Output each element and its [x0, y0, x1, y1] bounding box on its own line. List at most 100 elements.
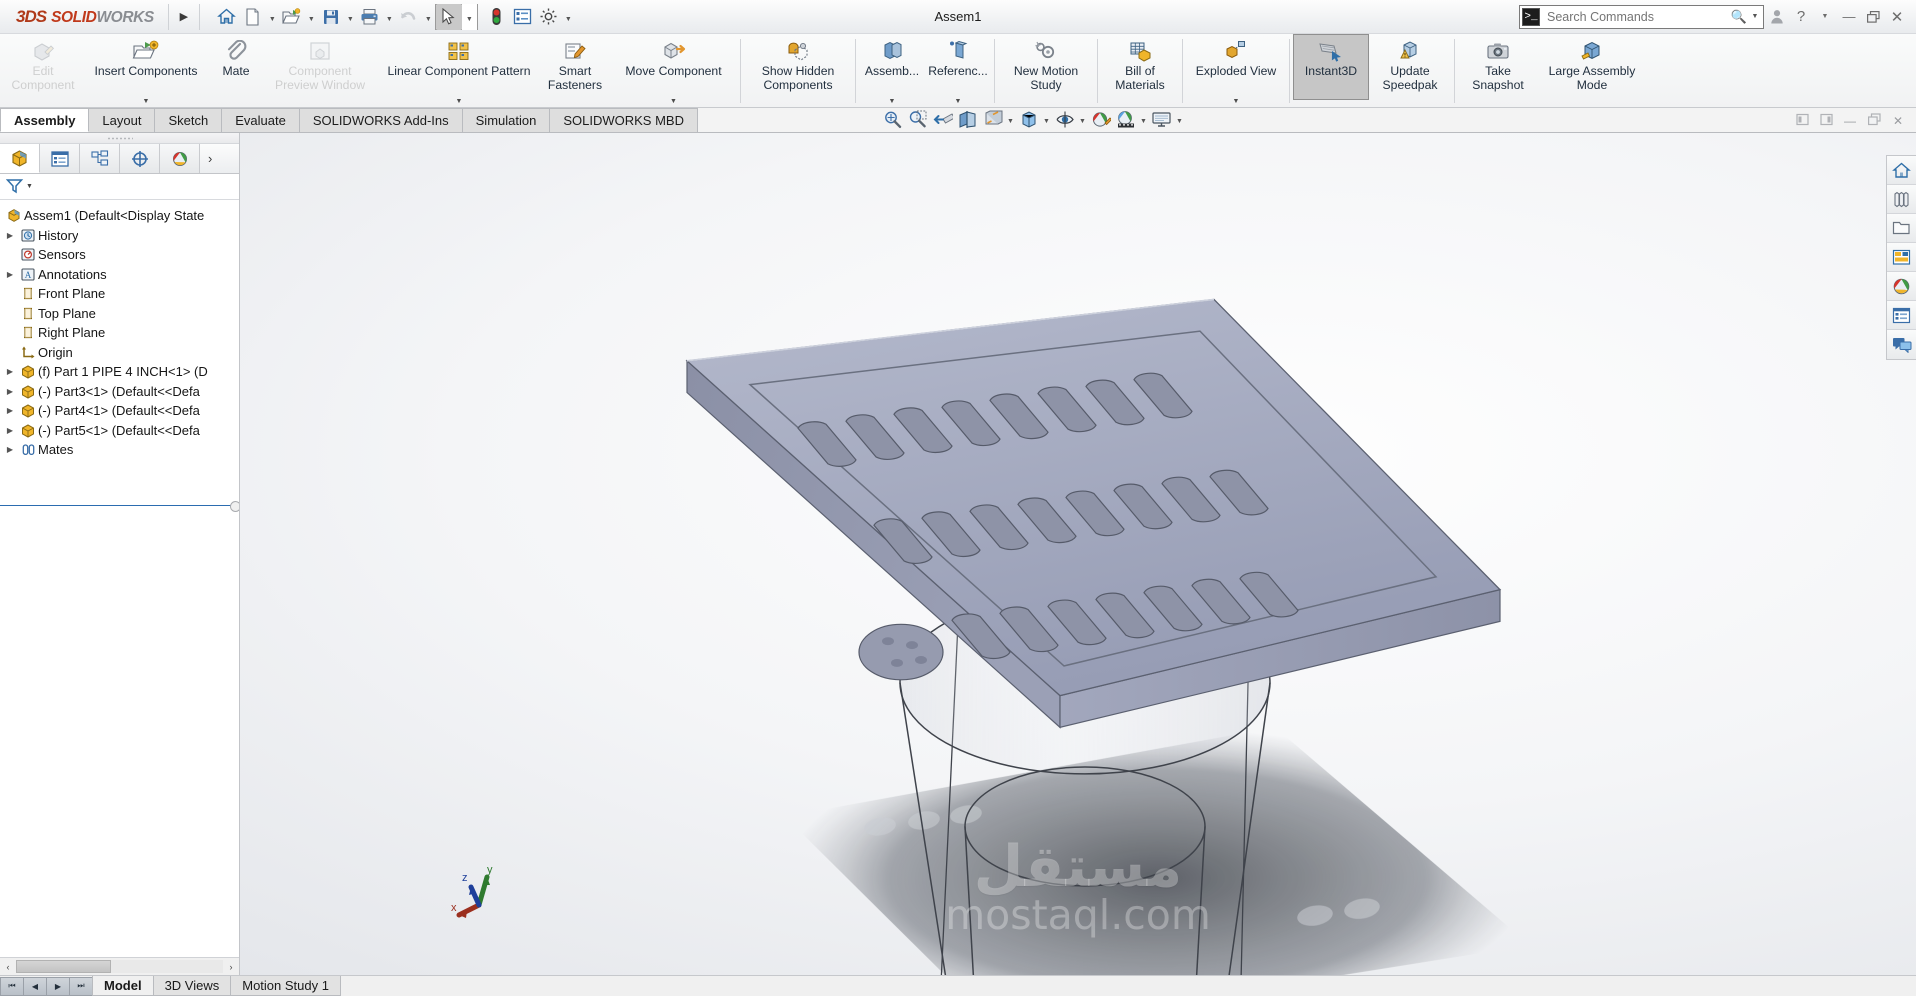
hide-show-items-caret-icon[interactable]: ▼	[1077, 108, 1088, 131]
reference-geometry-button[interactable]: Referenc... ▼	[925, 34, 991, 107]
tree-node-part1-pipe[interactable]: ▶ (f) Part 1 PIPE 4 INCH<1> (D	[0, 362, 239, 382]
open-folder-icon[interactable]	[279, 4, 305, 30]
minimize-window-icon[interactable]: —	[1838, 4, 1860, 30]
move-component-dropdown-caret-icon[interactable]: ▼	[611, 98, 736, 105]
nav-last-icon[interactable]: ⏭	[69, 976, 93, 996]
select-dropdown-caret-icon[interactable]: ▼	[461, 3, 477, 30]
filter-dropdown-caret-icon[interactable]: ▼	[26, 183, 33, 190]
edit-appearance-icon[interactable]	[1088, 108, 1113, 131]
expand-arrow-icon[interactable]: ▶	[2, 270, 18, 279]
insert-components-button[interactable]: Insert Components ▼	[82, 34, 210, 107]
assembly-features-dropdown-caret-icon[interactable]: ▼	[860, 98, 924, 105]
print-dropdown-caret-icon[interactable]: ▼	[383, 4, 396, 30]
bottom-tab-motion-study[interactable]: Motion Study 1	[230, 976, 341, 996]
solidworks-logo[interactable]: 3DS SOLIDWORKS	[0, 7, 164, 27]
view-settings-caret-icon[interactable]: ▼	[1174, 108, 1185, 131]
sw-resources-home-icon[interactable]	[1887, 156, 1916, 185]
tree-node-part4[interactable]: ▶ (-) Part4<1> (Default<<Defa	[0, 401, 239, 421]
restore-window-icon[interactable]	[1862, 4, 1884, 30]
settings-dropdown-caret-icon[interactable]: ▼	[562, 4, 575, 30]
insert-components-dropdown-caret-icon[interactable]: ▼	[83, 98, 209, 105]
options-list-icon[interactable]	[510, 4, 536, 30]
maximize-doc-icon[interactable]	[1864, 113, 1884, 129]
save-icon[interactable]	[318, 4, 344, 30]
tab-simulation[interactable]: Simulation	[461, 108, 551, 132]
restore-left-icon[interactable]	[1792, 113, 1812, 129]
view-orientation-caret-icon[interactable]: ▼	[1005, 108, 1016, 131]
update-speedpak-button[interactable]: Update Speedpak	[1369, 34, 1451, 107]
view-orientation-icon[interactable]	[980, 108, 1005, 131]
show-hidden-components-button[interactable]: Show Hidden Components	[744, 34, 852, 107]
linear-component-pattern-button[interactable]: Linear Component Pattern ▼	[378, 34, 540, 107]
tree-node-annotations[interactable]: ▶ A Annotations	[0, 265, 239, 285]
open-dropdown-caret-icon[interactable]: ▼	[305, 4, 318, 30]
help-icon[interactable]: ?	[1790, 4, 1812, 30]
expand-arrow-icon[interactable]: ▶	[2, 445, 18, 454]
expand-arrow-icon[interactable]: ▶	[2, 387, 18, 396]
bottom-tab-3d-views[interactable]: 3D Views	[152, 976, 232, 996]
restore-right-icon[interactable]	[1816, 113, 1836, 129]
previous-view-icon[interactable]	[930, 108, 955, 131]
tree-node-right-plane[interactable]: Right Plane	[0, 323, 239, 343]
feature-manager-tabs-more-button[interactable]: ›	[200, 144, 239, 173]
minimize-doc-icon[interactable]: —	[1840, 114, 1860, 128]
undo-icon[interactable]	[396, 4, 422, 30]
tree-node-origin[interactable]: Origin	[0, 343, 239, 363]
tree-node-top-plane[interactable]: Top Plane	[0, 304, 239, 324]
nav-prev-icon[interactable]: ◀	[23, 976, 47, 996]
configuration-manager-tab[interactable]	[80, 144, 120, 173]
undo-dropdown-caret-icon[interactable]: ▼	[422, 4, 435, 30]
save-dropdown-caret-icon[interactable]: ▼	[344, 4, 357, 30]
bottom-tab-model[interactable]: Model	[92, 976, 154, 996]
close-window-icon[interactable]: ✕	[1886, 4, 1908, 30]
large-assembly-mode-button[interactable]: Large Assembly Mode	[1538, 34, 1646, 107]
tree-node-part5[interactable]: ▶ (-) Part5<1> (Default<<Defa	[0, 421, 239, 441]
rebuild-icon[interactable]	[484, 4, 510, 30]
assembly-features-button[interactable]: Assemb... ▼	[859, 34, 925, 107]
tab-solidworks-mbd[interactable]: SOLIDWORKS MBD	[549, 108, 698, 132]
home-icon[interactable]	[214, 4, 240, 30]
tab-evaluate[interactable]: Evaluate	[221, 108, 300, 132]
instant3d-button[interactable]: Instant3D	[1293, 34, 1369, 100]
search-icon[interactable]: 🔍	[1729, 9, 1749, 25]
menu-expand-arrow-icon[interactable]: ▶	[173, 10, 195, 23]
component-preview-window-button[interactable]: Component Preview Window	[262, 34, 378, 107]
bill-of-materials-button[interactable]: Bill of Materials	[1101, 34, 1179, 107]
display-style-icon[interactable]	[1016, 108, 1041, 131]
appearances-scenes-icon[interactable]	[1887, 272, 1916, 301]
tree-node-mates[interactable]: ▶ Mates	[0, 440, 239, 460]
close-doc-icon[interactable]: ✕	[1888, 114, 1908, 128]
panel-drag-handle[interactable]	[0, 133, 239, 144]
nav-first-icon[interactable]: ⏮	[0, 976, 24, 996]
new-motion-study-button[interactable]: New Motion Study	[998, 34, 1094, 107]
tree-node-sensors[interactable]: Sensors	[0, 245, 239, 265]
settings-gear-icon[interactable]	[536, 4, 562, 30]
scroll-right-arrow-icon[interactable]: ›	[223, 962, 239, 972]
expand-arrow-icon[interactable]: ▶	[2, 426, 18, 435]
display-manager-tab[interactable]	[160, 144, 200, 173]
scroll-left-arrow-icon[interactable]: ‹	[0, 962, 16, 972]
dimxpert-manager-tab[interactable]	[120, 144, 160, 173]
feature-tree-horizontal-scrollbar[interactable]: ‹ ›	[0, 957, 239, 975]
design-library-icon[interactable]	[1887, 185, 1916, 214]
expand-arrow-icon[interactable]: ▶	[2, 406, 18, 415]
custom-properties-icon[interactable]	[1887, 301, 1916, 330]
edit-component-button[interactable]: Edit Component	[4, 34, 82, 107]
search-input[interactable]	[1540, 9, 1729, 24]
nav-next-icon[interactable]: ▶	[46, 976, 70, 996]
reference-geometry-dropdown-caret-icon[interactable]: ▼	[926, 98, 990, 105]
zoom-to-fit-icon[interactable]	[880, 108, 905, 131]
apply-scene-caret-icon[interactable]: ▼	[1138, 108, 1149, 131]
select-tool-combo[interactable]: ▼	[434, 3, 478, 30]
zoom-to-area-icon[interactable]	[905, 108, 930, 131]
exploded-view-button[interactable]: Exploded View ▼	[1186, 34, 1286, 107]
select-cursor-icon[interactable]	[435, 3, 462, 30]
view-settings-icon[interactable]	[1149, 108, 1174, 131]
search-dropdown-caret-icon[interactable]: ▼	[1749, 13, 1761, 20]
tree-node-history[interactable]: ▶ History	[0, 226, 239, 246]
tab-sketch[interactable]: Sketch	[154, 108, 223, 132]
feature-tree-filter-bar[interactable]: ▼	[0, 174, 239, 200]
new-document-icon[interactable]	[240, 4, 266, 30]
view-palette-icon[interactable]	[1887, 243, 1916, 272]
section-view-icon[interactable]	[955, 108, 980, 131]
